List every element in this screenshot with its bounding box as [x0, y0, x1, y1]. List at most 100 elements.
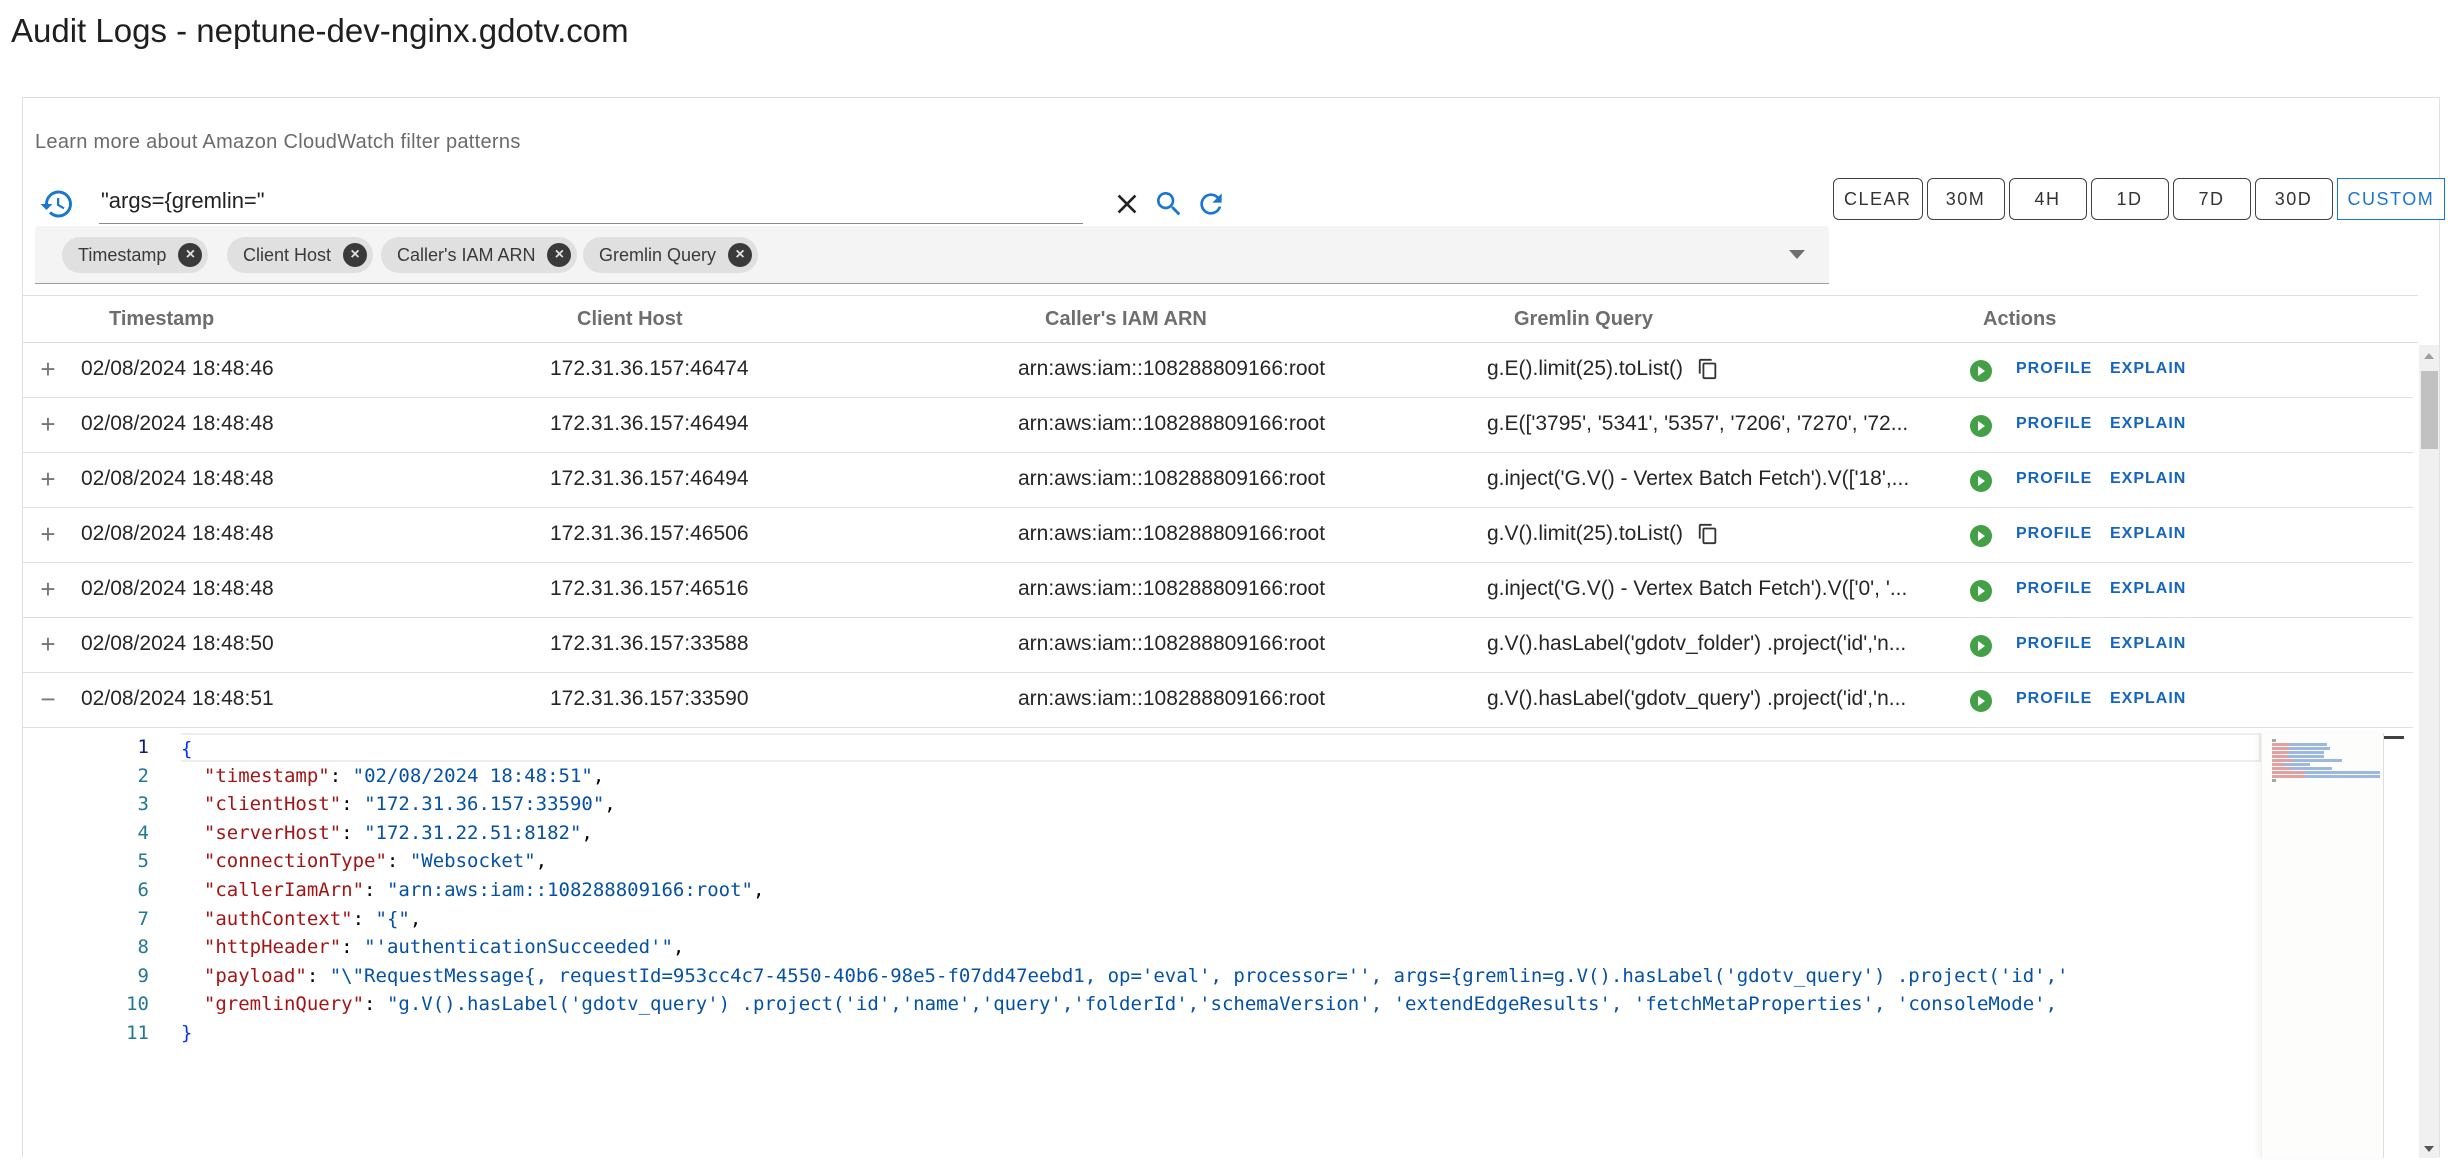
json-code[interactable]: { "timestamp": "02/08/2024 18:48:51", "c… [181, 733, 2261, 1048]
copy-icon[interactable] [1697, 357, 1719, 381]
explain-button[interactable]: EXPLAIN [2110, 525, 2186, 543]
cell-client-host: 172.31.36.157:46516 [550, 577, 749, 600]
line-number: 1 [137, 736, 149, 758]
visible-columns-select[interactable]: Timestamp × Client Host × Caller's IAM A… [35, 226, 1829, 284]
range-7d-button[interactable]: 7D [2172, 178, 2251, 220]
table-row[interactable]: +02/08/2024 18:48:50 172.31.36.157:33588 a… [23, 618, 2413, 673]
query-text: g.V().hasLabel('gdotv_folder') .project(… [1487, 632, 1907, 655]
cell-gremlin-query: g.E().limit(25).toList() [1487, 357, 1719, 381]
run-query-icon[interactable] [1970, 580, 1992, 602]
json-key: "gremlinQuery" [203, 993, 365, 1016]
column-header-caller-iam-arn[interactable]: Caller's IAM ARN [1045, 308, 1207, 331]
json-key: "connectionType" [203, 850, 387, 873]
table-row[interactable]: +02/08/2024 18:48:46 172.31.36.157:46474 a… [23, 343, 2413, 398]
minimap-line [2272, 747, 2330, 750]
filter-pattern-input[interactable] [99, 178, 1083, 223]
learn-more-link[interactable]: Learn more about Amazon CloudWatch filte… [35, 131, 521, 154]
expand-row-icon[interactable]: + [37, 355, 59, 383]
run-query-icon[interactable] [1970, 690, 1992, 712]
range-4h-button[interactable]: 4H [2008, 178, 2087, 220]
remove-chip-icon[interactable]: × [547, 243, 572, 267]
minimap-line [2272, 755, 2324, 758]
column-header-timestamp[interactable]: Timestamp [109, 308, 214, 331]
expand-row-icon[interactable]: + [37, 575, 59, 603]
expand-row-icon[interactable]: + [37, 465, 59, 493]
scroll-up-icon[interactable] [2424, 353, 2434, 359]
profile-button[interactable]: PROFILE [2016, 690, 2092, 708]
profile-button[interactable]: PROFILE [2016, 360, 2092, 378]
run-query-icon[interactable] [1970, 470, 1992, 492]
cell-client-host: 172.31.36.157:33590 [550, 687, 749, 710]
cell-client-host: 172.31.36.157:33588 [550, 632, 749, 655]
search-icon[interactable] [1153, 188, 1185, 220]
run-query-icon[interactable] [1970, 415, 1992, 437]
json-key: "authContext" [203, 907, 353, 930]
clear-range-button[interactable]: CLEAR [1833, 178, 1923, 220]
run-query-icon[interactable] [1970, 360, 1992, 382]
table-row[interactable]: +02/08/2024 18:48:48 172.31.36.157:46516 a… [23, 563, 2413, 618]
profile-button[interactable]: PROFILE [2016, 470, 2092, 488]
remove-chip-icon[interactable]: × [343, 243, 368, 267]
table-row[interactable]: +02/08/2024 18:48:48 172.31.36.157:46494 a… [23, 453, 2413, 508]
editor-minimap[interactable] [2261, 733, 2383, 1158]
json-key: "httpHeader" [203, 936, 342, 959]
column-header-client-host[interactable]: Client Host [577, 308, 683, 331]
history-icon[interactable] [39, 186, 75, 222]
chevron-down-icon[interactable] [1789, 250, 1805, 259]
column-chip-client-host: Client Host × [227, 237, 374, 273]
cell-gremlin-query: g.E(['3795', '5341', '5357', '7206', '72… [1487, 412, 1908, 436]
code-line: "httpHeader": "'authenticationSucceeded'… [203, 936, 685, 959]
remove-chip-icon[interactable]: × [178, 243, 203, 267]
explain-button[interactable]: EXPLAIN [2110, 415, 2186, 433]
table-scrollbar[interactable] [2419, 345, 2439, 1158]
expand-row-icon[interactable]: + [37, 410, 59, 438]
cell-caller-arn: arn:aws:iam::108288809166:root [1018, 357, 1326, 380]
cursor-position-marker [2384, 736, 2404, 739]
remove-chip-icon[interactable]: × [728, 243, 753, 267]
range-30d-button[interactable]: 30D [2254, 178, 2333, 220]
expand-row-icon[interactable]: + [37, 520, 59, 548]
minimap-line [2272, 751, 2324, 754]
run-query-icon[interactable] [1970, 525, 1992, 547]
profile-button[interactable]: PROFILE [2016, 580, 2092, 598]
collapse-row-icon[interactable]: − [37, 685, 59, 713]
profile-button[interactable]: PROFILE [2016, 525, 2092, 543]
table-row[interactable]: +02/08/2024 18:48:48 172.31.36.157:46506 a… [23, 508, 2413, 563]
scroll-down-icon[interactable] [2424, 1146, 2434, 1152]
explain-button[interactable]: EXPLAIN [2110, 580, 2186, 598]
scrollbar-thumb[interactable] [2421, 371, 2438, 449]
explain-button[interactable]: EXPLAIN [2110, 360, 2186, 378]
cell-gremlin-query: g.V().hasLabel('gdotv_folder') .project(… [1487, 632, 1906, 656]
column-header-gremlin-query[interactable]: Gremlin Query [1514, 308, 1653, 331]
editor-scrollbar[interactable] [2383, 733, 2411, 1158]
code-line: "gremlinQuery": "g.V().hasLabel('gdotv_q… [203, 993, 2058, 1016]
minimap-line [2272, 767, 2332, 770]
refresh-icon[interactable] [1195, 188, 1227, 220]
range-custom-button[interactable]: CUSTOM [2336, 178, 2446, 220]
minimap-line [2272, 763, 2310, 766]
range-1d-button[interactable]: 1D [2090, 178, 2169, 220]
cell-timestamp: 02/08/2024 18:48:48 [81, 577, 274, 600]
log-detail-json-editor[interactable]: 1 2 3 4 5 6 7 8 9 10 11 { "timestamp": "02/08/2024… [23, 733, 2419, 1158]
code-line: "callerIamArn": "arn:aws:iam::1082888091… [203, 878, 765, 901]
minimap-line [2272, 779, 2276, 782]
code-line: "authContext": "{", [203, 907, 422, 930]
code-line: "timestamp": "02/08/2024 18:48:51", [203, 764, 605, 787]
open-brace: { [181, 738, 193, 760]
chip-label: Caller's IAM ARN [397, 245, 536, 265]
profile-button[interactable]: PROFILE [2016, 635, 2092, 653]
explain-button[interactable]: EXPLAIN [2110, 470, 2186, 488]
expand-row-icon[interactable]: + [37, 630, 59, 658]
run-query-icon[interactable] [1970, 635, 1992, 657]
table-row[interactable]: +02/08/2024 18:48:48 172.31.36.157:46494 a… [23, 398, 2413, 453]
json-value: "{" [375, 907, 410, 930]
profile-button[interactable]: PROFILE [2016, 415, 2092, 433]
line-number: 6 [137, 878, 149, 901]
code-line: { [181, 733, 2261, 762]
range-30m-button[interactable]: 30M [1926, 178, 2005, 220]
copy-icon[interactable] [1697, 522, 1719, 546]
explain-button[interactable]: EXPLAIN [2110, 690, 2186, 708]
table-row[interactable]: −02/08/2024 18:48:51 172.31.36.157:33590 a… [23, 673, 2413, 728]
explain-button[interactable]: EXPLAIN [2110, 635, 2186, 653]
close-icon[interactable] [1111, 188, 1143, 220]
